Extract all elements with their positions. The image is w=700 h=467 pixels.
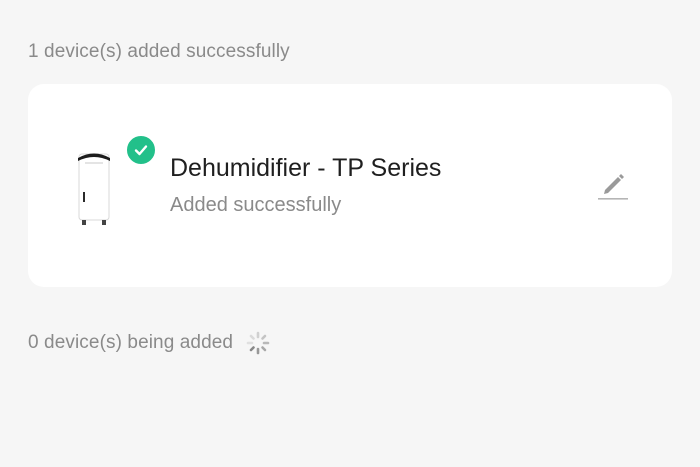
device-status: Added successfully [170,194,342,216]
pencil-edit-icon [598,174,628,200]
success-check-icon [125,134,157,166]
loading-spinner-icon [246,331,270,355]
added-devices-heading: 1 device(s) added successfully [28,41,290,62]
device-card[interactable]: Dehumidifier - TP Series Added successfu… [28,84,672,287]
dehumidifier-image [78,153,110,225]
edit-name-button[interactable] [594,166,632,204]
adding-devices-heading: 0 device(s) being added [28,332,234,353]
device-name: Dehumidifier - TP Series [170,154,442,182]
